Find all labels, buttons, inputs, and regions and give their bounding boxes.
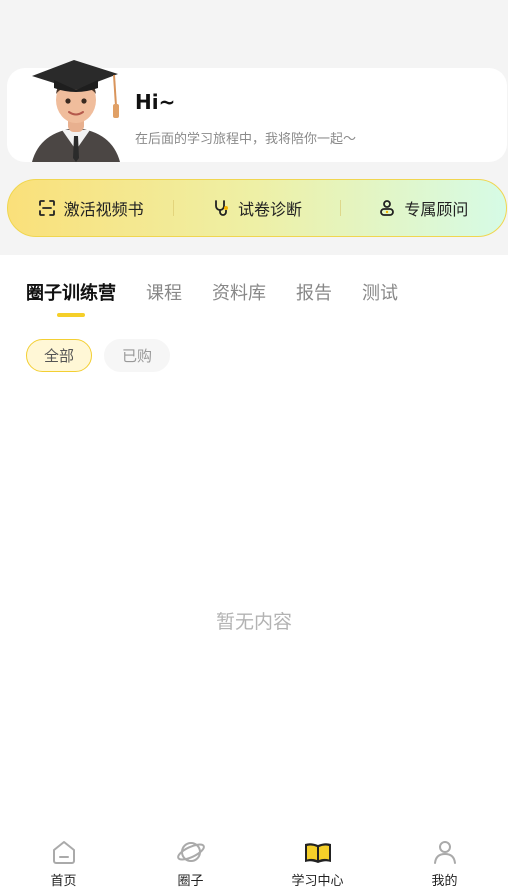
nav-mine-label: 我的 bbox=[431, 874, 458, 889]
filter-purchased-chip[interactable]: 已购 bbox=[104, 339, 171, 372]
nav-home[interactable]: 首页 bbox=[0, 820, 127, 891]
advisor-icon bbox=[380, 200, 395, 216]
main-content: 圈子训练营 课程 资料库 报告 测试 全部 已购 暂无内容 bbox=[0, 255, 508, 820]
home-icon bbox=[52, 841, 75, 864]
greeting: Hi~ bbox=[135, 90, 176, 114]
activate-video-book-button[interactable]: 激活视频书 bbox=[8, 196, 173, 220]
profile-card: Hi~ 在后面的学习旅程中，我将陪你一起～ bbox=[7, 60, 507, 162]
divider bbox=[339, 200, 341, 216]
activate-video-book-label: 激活视频书 bbox=[63, 200, 144, 219]
exam-diagnosis-button[interactable]: 试卷诊断 bbox=[174, 196, 339, 220]
category-tabs: 圈子训练营 课程 资料库 报告 测试 bbox=[26, 279, 398, 305]
profile-icon bbox=[433, 841, 456, 864]
nav-home-label: 首页 bbox=[50, 874, 77, 889]
avatar bbox=[32, 60, 120, 162]
empty-state-text: 暂无内容 bbox=[215, 611, 292, 633]
nav-mine[interactable]: 我的 bbox=[381, 820, 508, 891]
tab-resources[interactable]: 资料库 bbox=[212, 279, 266, 305]
tab-circle-camp[interactable]: 圈子训练营 bbox=[26, 279, 116, 305]
planet-icon bbox=[176, 842, 205, 862]
open-book-icon bbox=[304, 843, 331, 863]
bottom-nav: 首页 圈子 学习中心 我的 bbox=[0, 820, 508, 891]
stethoscope-icon bbox=[215, 200, 228, 216]
quick-actions-bar: 激活视频书 试卷诊断 专属顾问 bbox=[7, 179, 507, 237]
nav-learning-center[interactable]: 学习中心 bbox=[254, 820, 381, 891]
filter-all-chip[interactable]: 全部 bbox=[26, 339, 93, 372]
scan-icon bbox=[38, 200, 55, 216]
tab-reports[interactable]: 报告 bbox=[296, 279, 332, 305]
tab-courses[interactable]: 课程 bbox=[146, 279, 182, 305]
exam-diagnosis-label: 试卷诊断 bbox=[237, 200, 302, 219]
nav-learning-center-label: 学习中心 bbox=[291, 874, 344, 889]
nav-circle[interactable]: 圈子 bbox=[127, 820, 254, 891]
greeting-subtitle: 在后面的学习旅程中，我将陪你一起～ bbox=[135, 132, 357, 147]
divider bbox=[173, 200, 175, 216]
filter-chips: 全部 已购 bbox=[26, 339, 171, 372]
personal-advisor-label: 专属顾问 bbox=[404, 200, 469, 219]
personal-advisor-button[interactable]: 专属顾问 bbox=[341, 196, 506, 220]
tab-tests[interactable]: 测试 bbox=[362, 279, 398, 305]
nav-circle-label: 圈子 bbox=[177, 874, 204, 889]
